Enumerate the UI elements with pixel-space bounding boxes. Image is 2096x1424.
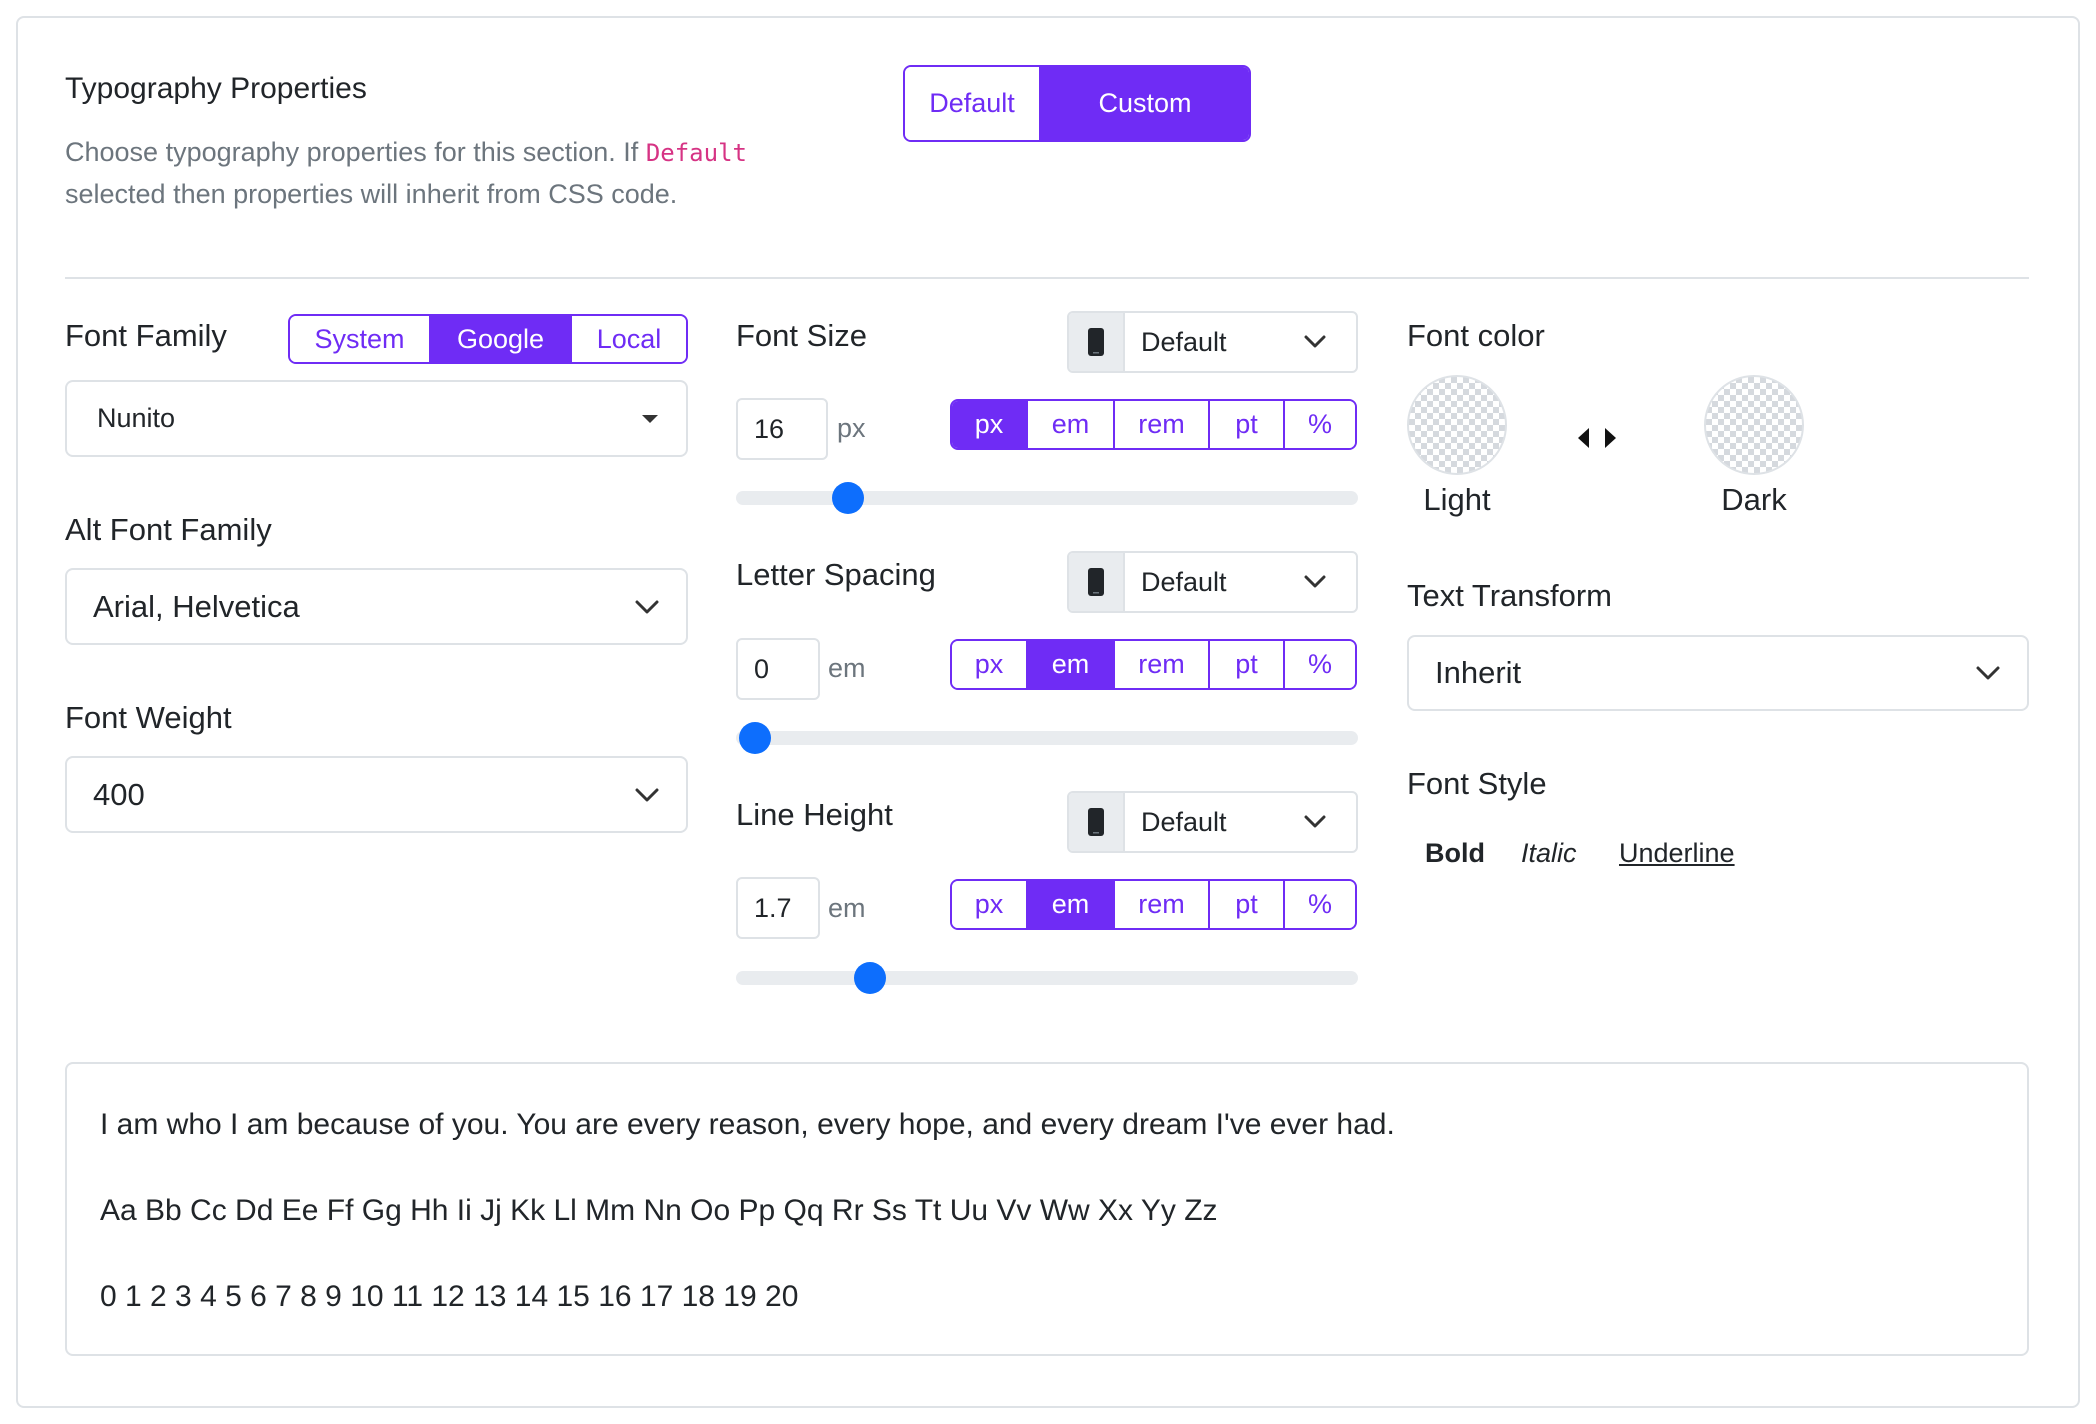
letter-spacing-device-select[interactable]: Default xyxy=(1067,551,1358,613)
text-transform-select[interactable]: Inherit xyxy=(1407,635,2029,711)
font-source-system-button[interactable]: System xyxy=(290,316,431,362)
left-right-arrows-icon[interactable] xyxy=(1578,428,1616,448)
font-weight-label: Font Weight xyxy=(65,700,232,735)
preview-alphabet: Aa Bb Cc Dd Ee Ff Gg Hh Ii Jj Kk Ll Mm N… xyxy=(100,1194,1218,1227)
alt-font-family-label: Alt Font Family xyxy=(65,512,272,547)
font-size-unit-rem[interactable]: rem xyxy=(1115,401,1210,448)
description-suffix: selected then properties will inherit fr… xyxy=(65,179,678,209)
preview-numbers: 0 1 2 3 4 5 6 7 8 9 10 11 12 13 14 15 16… xyxy=(100,1280,799,1313)
bold-button[interactable]: Bold xyxy=(1425,838,1485,869)
font-size-unit-toggle: px em rem pt % xyxy=(950,399,1357,450)
letter-spacing-slider-thumb[interactable] xyxy=(738,722,771,754)
line-height-device-select[interactable]: Default xyxy=(1067,791,1358,853)
font-family-select[interactable]: Nunito xyxy=(65,380,688,457)
line-height-slider-thumb[interactable] xyxy=(853,962,886,994)
section-description: Choose typography properties for this se… xyxy=(65,132,825,215)
line-height-label: Line Height xyxy=(736,797,893,832)
description-code: Default xyxy=(645,139,747,167)
line-height-input[interactable]: 1.7 xyxy=(736,877,820,939)
alt-font-family-value: Arial, Helvetica xyxy=(93,588,300,624)
font-size-unit-percent[interactable]: % xyxy=(1285,401,1355,448)
italic-button[interactable]: Italic xyxy=(1521,838,1577,869)
line-height-unit-pt[interactable]: pt xyxy=(1210,881,1285,928)
chevron-down-icon xyxy=(1976,666,2000,680)
caret-down-icon xyxy=(642,414,658,423)
font-source-google-button[interactable]: Google xyxy=(431,316,572,362)
line-height-unit-label: em xyxy=(828,893,866,923)
chevron-down-icon xyxy=(635,600,659,613)
font-source-local-button[interactable]: Local xyxy=(572,316,686,362)
dark-color-label: Dark xyxy=(1721,482,1787,517)
dark-color-swatch[interactable] xyxy=(1704,375,1804,475)
mobile-phone-icon xyxy=(1069,553,1125,611)
letter-spacing-unit-rem[interactable]: rem xyxy=(1115,641,1210,688)
letter-spacing-unit-label: em xyxy=(828,653,866,683)
font-size-slider-thumb[interactable] xyxy=(831,482,864,514)
font-size-input[interactable]: 16 xyxy=(736,398,828,460)
arrow-right-icon xyxy=(1605,428,1616,448)
font-size-label: Font Size xyxy=(736,318,867,353)
font-family-value: Nunito xyxy=(97,403,176,433)
font-size-slider[interactable] xyxy=(736,482,1358,514)
alt-font-family-select[interactable]: Arial, Helvetica xyxy=(65,568,688,645)
letter-spacing-unit-toggle: px em rem pt % xyxy=(950,639,1357,690)
font-family-label: Font Family xyxy=(65,318,227,353)
light-color-label: Light xyxy=(1423,482,1491,517)
chevron-down-icon xyxy=(1304,815,1326,828)
line-height-unit-toggle: px em rem pt % xyxy=(950,879,1357,930)
section-title: Typography Properties xyxy=(65,72,367,105)
mode-default-button[interactable]: Default xyxy=(905,67,1041,140)
letter-spacing-input[interactable]: 0 xyxy=(736,638,820,700)
font-size-unit-label: px xyxy=(837,413,866,443)
font-weight-value: 400 xyxy=(93,776,145,812)
line-height-device-value: Default xyxy=(1141,806,1227,837)
font-size-device-select[interactable]: Default xyxy=(1067,311,1358,373)
arrow-left-icon xyxy=(1578,428,1589,448)
letter-spacing-unit-em[interactable]: em xyxy=(1028,641,1115,688)
mode-custom-button[interactable]: Custom xyxy=(1041,67,1249,140)
line-height-unit-em[interactable]: em xyxy=(1028,881,1115,928)
font-color-label: Font color xyxy=(1407,318,1545,353)
text-transform-value: Inherit xyxy=(1435,655,1522,690)
font-size-device-value: Default xyxy=(1141,326,1227,357)
font-source-toggle: System Google Local xyxy=(288,314,688,364)
font-size-unit-em[interactable]: em xyxy=(1028,401,1115,448)
font-size-unit-px[interactable]: px xyxy=(952,401,1028,448)
mobile-phone-icon xyxy=(1069,793,1125,851)
letter-spacing-unit-pt[interactable]: pt xyxy=(1210,641,1285,688)
mobile-phone-icon xyxy=(1069,313,1125,371)
letter-spacing-unit-px[interactable]: px xyxy=(952,641,1028,688)
mode-toggle: Default Custom xyxy=(903,65,1251,142)
line-height-unit-percent[interactable]: % xyxy=(1285,881,1355,928)
light-color-swatch[interactable] xyxy=(1407,375,1507,475)
description-prefix: Choose typography properties for this se… xyxy=(65,137,639,167)
letter-spacing-label: Letter Spacing xyxy=(736,557,936,592)
line-height-unit-px[interactable]: px xyxy=(952,881,1028,928)
text-transform-label: Text Transform xyxy=(1407,578,1612,613)
chevron-down-icon xyxy=(1304,335,1326,348)
divider xyxy=(65,277,2029,279)
font-weight-select[interactable]: 400 xyxy=(65,756,688,833)
letter-spacing-slider[interactable] xyxy=(736,722,1358,754)
letter-spacing-unit-percent[interactable]: % xyxy=(1285,641,1355,688)
preview-box: I am who I am because of you. You are ev… xyxy=(65,1062,2029,1356)
chevron-down-icon xyxy=(635,788,659,801)
underline-button[interactable]: Underline xyxy=(1619,838,1735,869)
line-height-unit-rem[interactable]: rem xyxy=(1115,881,1210,928)
font-style-label: Font Style xyxy=(1407,766,1547,801)
preview-sentence: I am who I am because of you. You are ev… xyxy=(100,1108,1395,1141)
letter-spacing-device-value: Default xyxy=(1141,566,1227,597)
chevron-down-icon xyxy=(1304,575,1326,588)
font-size-unit-pt[interactable]: pt xyxy=(1210,401,1285,448)
line-height-slider[interactable] xyxy=(736,962,1358,994)
